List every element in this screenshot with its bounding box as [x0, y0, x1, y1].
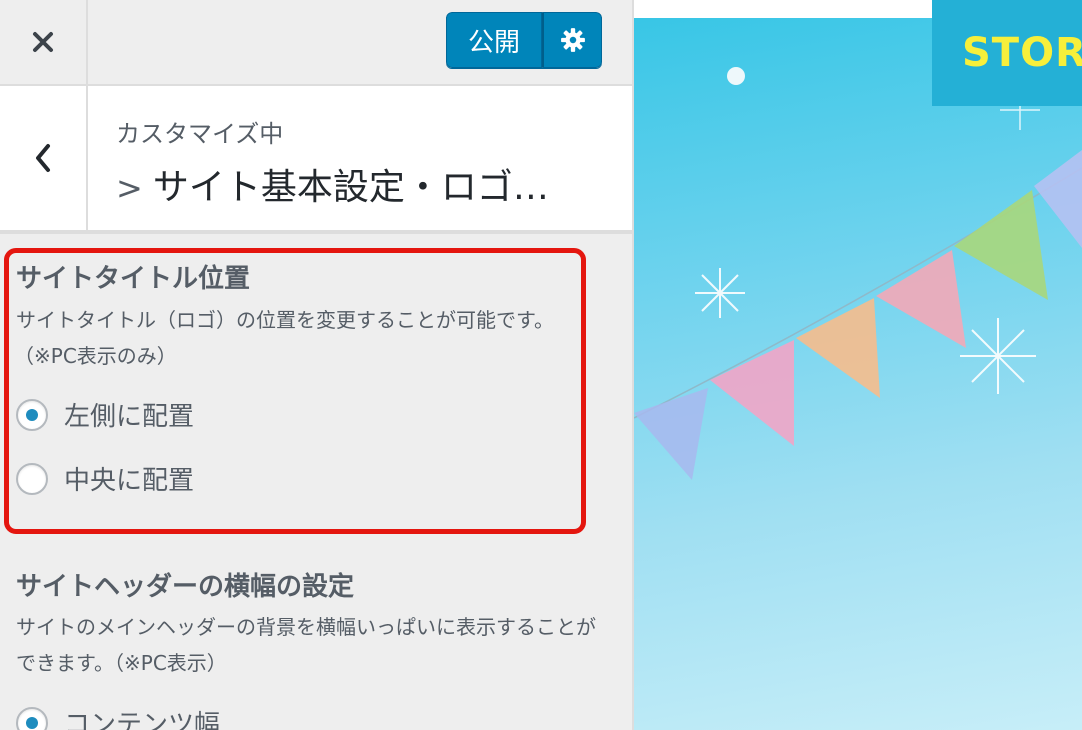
- back-button[interactable]: [0, 86, 88, 230]
- section-header: カスタマイズ中 > サイト基本設定・ロゴ…: [0, 86, 632, 234]
- control-description-logo-position-line2: （※PC表示のみ）: [14, 344, 177, 368]
- radio-label-content-width: コンテンツ幅: [64, 710, 221, 730]
- bunting-flag: [876, 250, 966, 348]
- control-title-header-width: サイトヘッダーの横幅の設定: [16, 572, 355, 602]
- customizing-label: カスタマイズ中: [116, 120, 284, 148]
- gear-icon: [560, 28, 585, 52]
- close-icon: [33, 32, 53, 52]
- bunting-flag: [634, 388, 708, 480]
- radio-checked-dot: [26, 716, 38, 729]
- preview-background: [634, 18, 1082, 730]
- moon-dot: [727, 67, 745, 85]
- radio-label-left: 左側に配置: [64, 402, 195, 432]
- publish-button-group: 公開: [446, 12, 602, 68]
- control-description-header-width-line2: できます。（※PC表示）: [16, 651, 227, 675]
- customizer-panel: 公開 カスタマイズ中 > サイト基本設定・ロゴ… サイトタイトル位置 サイトタイ…: [0, 0, 633, 730]
- publish-settings-button[interactable]: [542, 12, 602, 68]
- bunting-flag: [796, 298, 880, 398]
- control-description-logo-position-line1: サイトタイトル（ロゴ）の位置を変更することが可能です。: [16, 308, 554, 332]
- section-title-arrow: >: [116, 169, 143, 207]
- control-description-header-width-line1: サイトのメインヘッダーの背景を横幅いっぱいに表示することが: [16, 615, 596, 639]
- publish-button[interactable]: 公開: [446, 12, 542, 68]
- section-title: > サイト基本設定・ロゴ…: [116, 158, 549, 210]
- radio-option-left[interactable]: 左側に配置: [16, 396, 194, 433]
- radio-label-center: 中央に配置: [64, 466, 195, 496]
- bunting-flag: [1034, 150, 1082, 248]
- sparkle-icon: [695, 268, 745, 318]
- bunting-flag: [710, 340, 794, 446]
- chevron-left-icon: [36, 144, 50, 172]
- site-logo[interactable]: STORK: [932, 0, 1082, 106]
- bunting-illustration: [634, 67, 1082, 480]
- radio-option-center[interactable]: 中央に配置: [16, 460, 194, 497]
- customizer-topbar: 公開: [0, 0, 632, 86]
- radio-button-content-width[interactable]: [16, 706, 48, 730]
- site-logo-text: STORK: [962, 30, 1082, 76]
- section-title-text: サイト基本設定・ロゴ…: [152, 167, 549, 208]
- control-title-logo-position: サイトタイトル位置: [16, 264, 251, 294]
- site-preview: STORK: [634, 0, 1082, 730]
- radio-button-left[interactable]: [16, 398, 48, 431]
- sparkle-icon: [960, 318, 1036, 394]
- bunting-flag: [954, 190, 1048, 300]
- radio-button-center[interactable]: [16, 462, 48, 495]
- radio-checked-dot: [26, 408, 38, 421]
- close-button[interactable]: [0, 0, 88, 84]
- radio-option-content-width[interactable]: コンテンツ幅: [16, 704, 220, 730]
